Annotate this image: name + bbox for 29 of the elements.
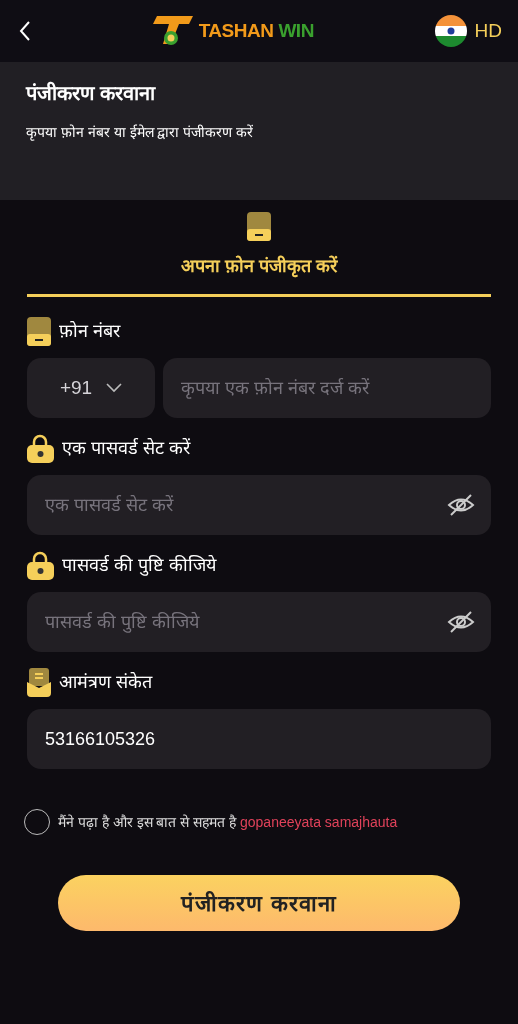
phone-input[interactable]: कृपया एक फ़ोन नंबर दर्ज करें: [163, 358, 491, 418]
country-code-select[interactable]: +91: [27, 358, 155, 418]
field-label: पासवर्ड की पुष्टि कीजिये: [62, 554, 216, 578]
password-field[interactable]: एक पासवर्ड सेट करें: [27, 475, 491, 535]
page-subtitle: कृपया फ़ोन नंबर या ईमेल द्वारा पंजीकरण करें: [26, 123, 255, 143]
phone-icon: [247, 212, 271, 241]
envelope-icon: [27, 668, 51, 697]
password-field[interactable]: पासवर्ड की पुष्टि कीजिये: [27, 592, 491, 652]
lock-icon: [27, 551, 54, 580]
flag-icon[interactable]: [434, 15, 467, 47]
policy-link[interactable]: gopaneeyata samajhauta: [240, 813, 398, 830]
eye-slash-icon[interactable]: [447, 609, 475, 635]
logo-text: WIN: [278, 18, 314, 43]
logo-icon: [152, 14, 195, 48]
invite-code-field[interactable]: 53166105326: [27, 709, 491, 769]
eye-slash-icon[interactable]: [447, 492, 475, 518]
lock-icon: [27, 434, 54, 463]
phone-icon: [27, 317, 51, 346]
chevron-down-icon: [106, 383, 123, 393]
field-label: फ़ोन नंबर: [59, 320, 120, 343]
field-label: आमंत्रण संकेत: [59, 671, 152, 694]
agreement-text: मैंने पढ़ा है और इस बात से सहमत है: [58, 813, 238, 830]
tab[interactable]: अपना फ़ोन पंजीकृत करें: [27, 208, 491, 297]
language-label[interactable]: HD: [474, 16, 502, 46]
field-label: एक पासवर्ड सेट करें: [62, 437, 190, 460]
page-title: पंजीकरण करवाना: [26, 80, 157, 106]
back-icon[interactable]: [18, 19, 32, 43]
register-button[interactable]: पंजीकरण करवाना: [58, 875, 460, 931]
logo-text: TASHAN: [198, 18, 274, 43]
